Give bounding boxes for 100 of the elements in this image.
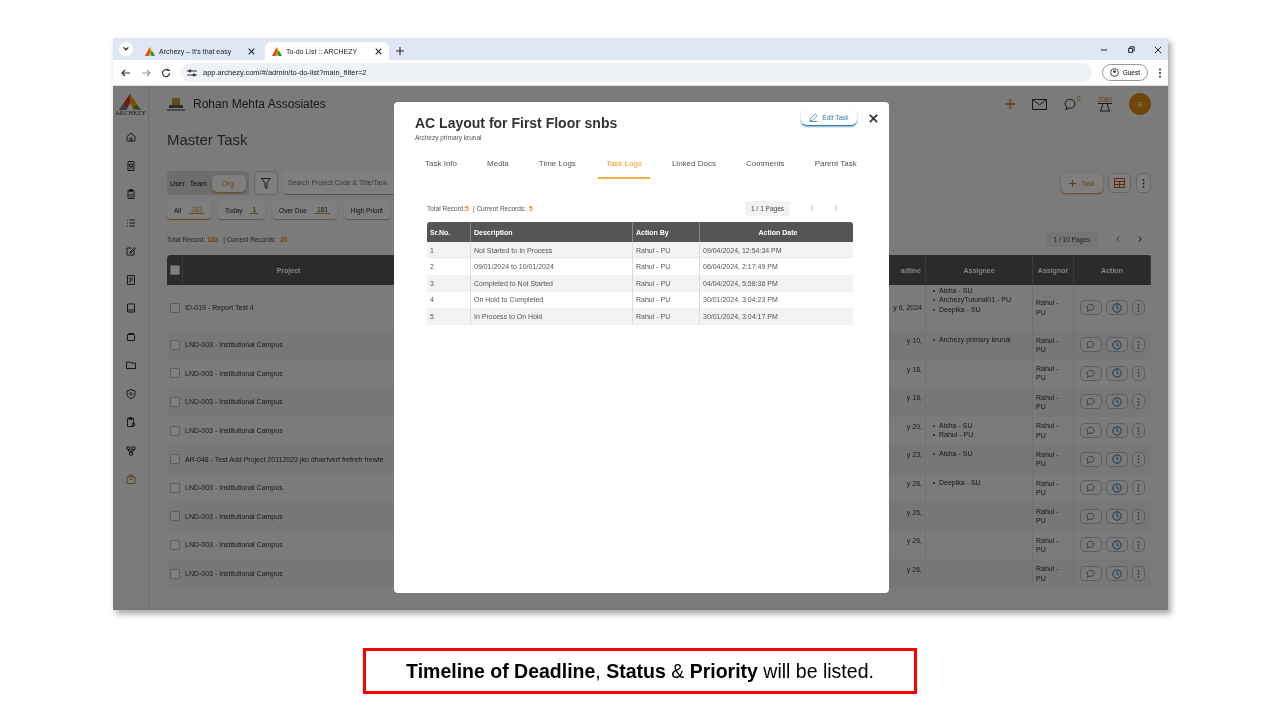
- plus-icon[interactable]: [1004, 99, 1015, 109]
- clock-icon: [1112, 568, 1122, 579]
- checkbox[interactable]: [169, 454, 180, 465]
- more-icon: [1137, 426, 1140, 435]
- checkbox[interactable]: [169, 302, 180, 313]
- mail-icon[interactable]: [1031, 98, 1047, 110]
- person-icon: [1109, 68, 1119, 77]
- more-button[interactable]: [1132, 480, 1145, 496]
- comments-button[interactable]: [1080, 480, 1102, 496]
- dialog-tab[interactable]: Time Logs: [530, 159, 584, 179]
- more-button[interactable]: [1132, 337, 1145, 353]
- comments-button[interactable]: [1080, 337, 1102, 353]
- filter-button[interactable]: [254, 171, 278, 195]
- folder-icon[interactable]: [124, 359, 137, 371]
- comments-button[interactable]: [1080, 300, 1102, 315]
- history-button[interactable]: [1106, 480, 1128, 496]
- shield-icon[interactable]: [124, 387, 137, 400]
- chat-icon: [1086, 426, 1096, 436]
- more-button[interactable]: [1132, 566, 1145, 582]
- document-icon[interactable]: [124, 273, 137, 286]
- dialog-tab[interactable]: Parent Task: [806, 159, 865, 179]
- next-icon[interactable]: [1138, 236, 1142, 242]
- dialog-tab[interactable]: Media: [479, 159, 517, 179]
- more-icon: [1137, 483, 1140, 492]
- list-icon[interactable]: [124, 216, 137, 229]
- history-button[interactable]: [1106, 337, 1128, 353]
- history-button[interactable]: [1106, 423, 1128, 439]
- new-tab-icon[interactable]: [396, 47, 404, 55]
- edit-icon[interactable]: [124, 245, 137, 257]
- more-button[interactable]: [1136, 173, 1151, 193]
- checkbox[interactable]: [169, 482, 180, 493]
- clock-icon: [1112, 368, 1122, 379]
- checkbox[interactable]: [169, 339, 180, 350]
- comments-button[interactable]: [1080, 508, 1102, 524]
- network-icon[interactable]: [124, 444, 137, 457]
- more-icon: [1137, 369, 1140, 378]
- dialog-tab[interactable]: Linked Docs: [663, 159, 724, 179]
- comments-button[interactable]: [1080, 423, 1102, 439]
- more-button[interactable]: [1132, 394, 1145, 410]
- history-button[interactable]: [1106, 508, 1128, 524]
- restore-icon[interactable]: [1127, 46, 1135, 54]
- history-button[interactable]: [1106, 566, 1128, 582]
- menu-icon[interactable]: [1158, 67, 1162, 78]
- previous-icon[interactable]: [1116, 236, 1120, 242]
- comments-button[interactable]: [1080, 394, 1102, 410]
- reload-icon[interactable]: [161, 67, 171, 78]
- close-icon[interactable]: [869, 114, 878, 123]
- close-icon[interactable]: [1154, 46, 1162, 54]
- history-button[interactable]: [1106, 537, 1128, 553]
- clock-icon: [1112, 397, 1122, 407]
- company-name: Rohan Mehta Assosiates: [193, 97, 326, 111]
- forward-icon[interactable]: [141, 67, 151, 78]
- dialog-title: AC Layout for First Floor snbs: [415, 115, 618, 131]
- close-icon[interactable]: [375, 47, 382, 55]
- clock-icon: [1112, 302, 1122, 313]
- more-icon: [1137, 569, 1140, 578]
- bell-icon[interactable]: [1097, 104, 1112, 112]
- checkbox[interactable]: [169, 265, 180, 275]
- table-view-button[interactable]: [1108, 173, 1131, 193]
- tab-list-button[interactable]: [119, 42, 133, 56]
- more-button[interactable]: [1132, 537, 1145, 553]
- comments-button[interactable]: [1080, 537, 1102, 553]
- previous-icon[interactable]: [810, 205, 814, 211]
- comments-button[interactable]: [1080, 451, 1102, 467]
- clock-icon: [1112, 425, 1122, 436]
- next-icon[interactable]: [834, 205, 838, 211]
- checkbox[interactable]: [169, 511, 180, 522]
- more-button[interactable]: [1132, 451, 1145, 467]
- company-logo: [167, 97, 185, 111]
- box-icon[interactable]: [124, 330, 137, 343]
- chat-icon: [1086, 569, 1096, 579]
- checkbox[interactable]: [169, 368, 180, 379]
- more-button[interactable]: [1132, 508, 1145, 524]
- clock-icon: [1112, 454, 1122, 465]
- history-button[interactable]: [1106, 365, 1128, 381]
- site-settings-icon[interactable]: [187, 68, 197, 77]
- checkbox[interactable]: [169, 425, 180, 436]
- checkbox[interactable]: [169, 397, 180, 407]
- checkbox[interactable]: [169, 568, 180, 579]
- minimize-icon[interactable]: [1100, 46, 1108, 54]
- more-icon: [1137, 512, 1140, 521]
- more-button[interactable]: [1132, 423, 1145, 439]
- history-button[interactable]: [1106, 451, 1128, 467]
- more-button[interactable]: [1132, 300, 1145, 315]
- comments-button[interactable]: [1080, 365, 1102, 381]
- clock-icon: [1112, 482, 1122, 493]
- chat-icon: [1086, 540, 1096, 550]
- dialog-tab[interactable]: Task Info: [417, 159, 465, 179]
- grid-icon: [1114, 178, 1125, 188]
- chat-icon[interactable]: [1063, 97, 1078, 111]
- dialog-tab[interactable]: Comments: [737, 159, 793, 179]
- history-button[interactable]: [1106, 394, 1128, 410]
- close-icon[interactable]: [248, 47, 255, 55]
- home-icon[interactable]: [124, 131, 137, 143]
- history-button[interactable]: [1106, 300, 1128, 315]
- book-icon[interactable]: [124, 302, 137, 314]
- checkbox[interactable]: [169, 539, 180, 550]
- more-button[interactable]: [1132, 365, 1145, 381]
- comments-button[interactable]: [1080, 566, 1102, 582]
- back-icon[interactable]: [121, 67, 131, 78]
